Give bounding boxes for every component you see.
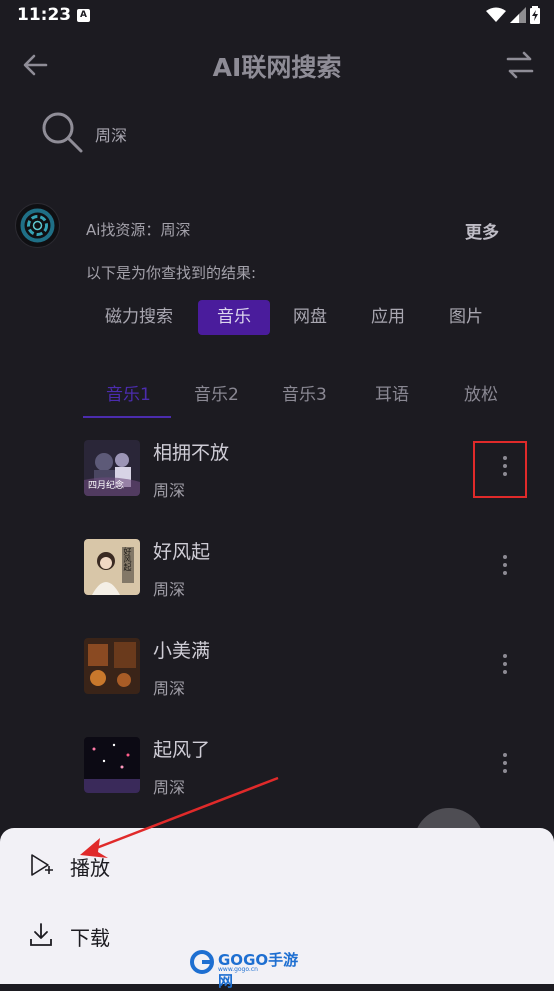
- signal-icon: [510, 7, 526, 23]
- play-add-icon: [31, 854, 53, 876]
- search-query[interactable]: 周深: [95, 122, 127, 146]
- app-bar: AI联网搜索: [0, 30, 554, 100]
- battery-icon: [530, 6, 540, 24]
- song-artist: 周深: [153, 481, 186, 500]
- search-bar[interactable]: 周深: [38, 108, 338, 156]
- more-button[interactable]: 更多: [465, 218, 499, 243]
- song-artist: 周深: [153, 679, 186, 698]
- ai-resource-query: 周深: [160, 221, 191, 239]
- album-cover-text: 四月纪念: [88, 481, 125, 491]
- ai-resource-label: Ai找资源：: [86, 221, 161, 239]
- play-option[interactable]: 播放: [0, 834, 554, 894]
- download-icon: [30, 923, 52, 946]
- notification-icon: A: [77, 9, 90, 22]
- play-label: 播放: [70, 856, 110, 880]
- tab-indicator: [83, 416, 171, 418]
- ai-resource-line: Ai找资源：周深: [86, 219, 190, 240]
- tab-music-3[interactable]: 音乐3: [282, 380, 327, 405]
- more-vertical-icon: [503, 654, 507, 678]
- song-artist: 周深: [153, 580, 186, 599]
- song-item[interactable]: 好风起 好风起 周深: [84, 539, 554, 599]
- song-more-button[interactable]: [484, 646, 524, 690]
- watermark-sub: www.gogo.cn: [218, 966, 258, 973]
- annotation-highlight-box: [473, 441, 527, 498]
- song-title: 相拥不放: [153, 442, 230, 464]
- chip-magnet-search[interactable]: 磁力搜索: [96, 300, 182, 335]
- swap-button[interactable]: [502, 48, 538, 82]
- result-text: 以下是为你查找到的结果:: [86, 264, 257, 282]
- album-cover-text: 好风起: [123, 547, 132, 571]
- album-cover: [84, 638, 140, 694]
- wifi-icon: [486, 7, 506, 22]
- song-title: 小美满: [153, 640, 211, 662]
- search-icon: [42, 112, 83, 153]
- tab-music-1[interactable]: 音乐1: [106, 380, 151, 405]
- more-vertical-icon: [503, 555, 507, 579]
- status-time: 11:23: [17, 5, 72, 25]
- page-title: AI联网搜索: [212, 53, 342, 82]
- song-item[interactable]: 小美满 周深: [84, 638, 554, 698]
- chip-music[interactable]: 音乐: [198, 300, 270, 335]
- tab-music-2[interactable]: 音乐2: [194, 380, 239, 405]
- ai-logo-icon: [20, 208, 55, 243]
- gogo-logo-icon: [190, 950, 214, 974]
- tab-whisper[interactable]: 耳语: [375, 380, 409, 405]
- watermark-logo: GOGO手游网 www.gogo.cn: [190, 948, 300, 990]
- chip-images[interactable]: 图片: [440, 300, 492, 335]
- song-item[interactable]: 起风了 周深: [84, 737, 554, 797]
- album-cover: [84, 737, 140, 793]
- status-bar: 11:23 A: [0, 0, 554, 30]
- more-vertical-icon: [503, 753, 507, 777]
- ai-avatar: [15, 203, 60, 248]
- status-icons: [486, 6, 540, 24]
- tab-relax[interactable]: 放松: [464, 380, 498, 405]
- source-tabs: 音乐1 音乐2 音乐3 耳语 放松: [82, 374, 554, 418]
- chip-cloud-drive[interactable]: 网盘: [284, 300, 336, 335]
- album-cover: 好风起: [84, 539, 140, 595]
- chip-apps[interactable]: 应用: [362, 300, 414, 335]
- song-title: 好风起: [153, 541, 211, 563]
- swap-arrows-icon: [506, 51, 534, 79]
- download-label: 下载: [70, 926, 110, 950]
- album-cover: 四月纪念: [84, 440, 140, 496]
- song-title: 起风了: [153, 739, 211, 761]
- song-more-button[interactable]: [484, 547, 524, 591]
- song-more-button[interactable]: [484, 745, 524, 789]
- song-artist: 周深: [153, 778, 186, 797]
